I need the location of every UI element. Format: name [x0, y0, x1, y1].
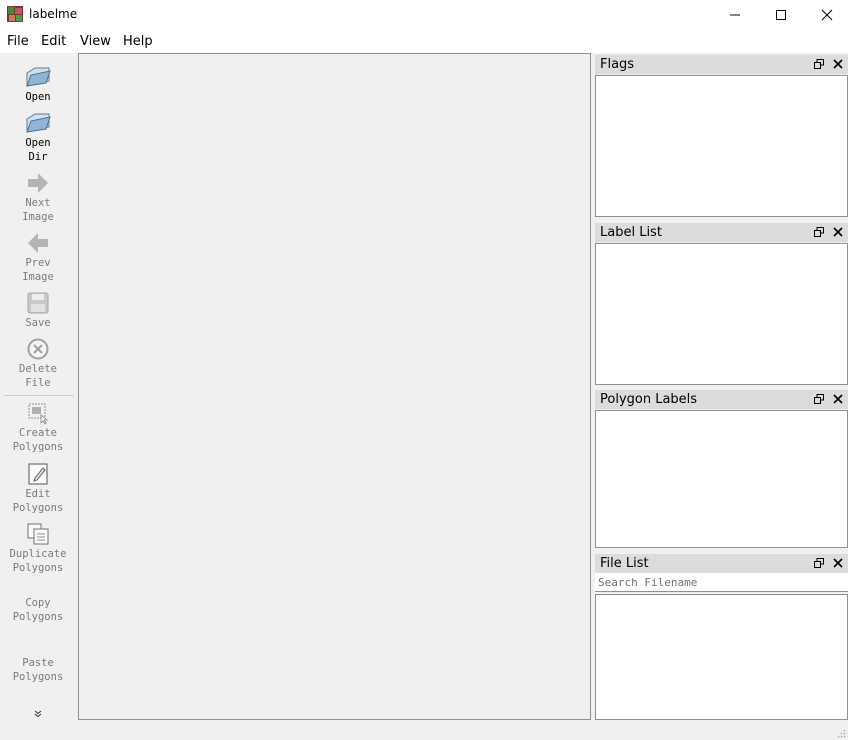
- paste-polygons-label-line2: Polygons: [12, 671, 64, 683]
- file-list-dock-title: File List: [600, 556, 649, 571]
- polygon-labels-dock-header: Polygon Labels: [595, 390, 848, 409]
- image-canvas[interactable]: [78, 53, 591, 720]
- next-image-button[interactable]: Next Image: [2, 171, 74, 224]
- paste-polygons-label-line1: Paste: [22, 657, 54, 669]
- resize-grip-icon[interactable]: [838, 730, 846, 738]
- create-polygons-button[interactable]: Create Polygons: [2, 401, 74, 454]
- close-button[interactable]: [804, 0, 848, 30]
- labelme-app-icon: [7, 6, 23, 22]
- copy-polygons-label-line1: Copy: [25, 597, 51, 609]
- delete-file-button[interactable]: Delete File: [2, 337, 74, 390]
- create-polygons-label-line2: Polygons: [12, 441, 64, 453]
- menu-help[interactable]: Help: [123, 34, 153, 49]
- maximize-icon: [776, 10, 786, 20]
- label-list-dock: Label List: [595, 223, 848, 385]
- edit-polygons-label-line2: Polygons: [12, 502, 64, 514]
- menu-bar: File Edit View Help: [0, 30, 848, 53]
- float-window-icon[interactable]: [814, 558, 824, 568]
- duplicate-polygons-label-line2: Polygons: [12, 562, 64, 574]
- next-image-label-line1: Next: [25, 197, 51, 209]
- open-dir-button[interactable]: Open Dir: [2, 111, 74, 164]
- float-window-icon[interactable]: [814, 59, 824, 69]
- polygon-labels-dock-title: Polygon Labels: [600, 392, 698, 407]
- chevron-double-down-icon: [34, 710, 42, 718]
- paste-polygons-button[interactable]: Paste Polygons: [2, 656, 74, 684]
- close-icon: [821, 9, 833, 21]
- polygon-labels-list[interactable]: [595, 410, 848, 548]
- file-list[interactable]: [595, 594, 848, 720]
- toolbar-separator: [4, 395, 74, 396]
- save-button[interactable]: Save: [2, 291, 74, 330]
- search-filename-input[interactable]: Search Filename: [595, 573, 848, 592]
- float-window-icon[interactable]: [814, 394, 824, 404]
- arrow-right-icon: [28, 173, 48, 193]
- delete-file-label-line1: Delete: [19, 363, 57, 375]
- folder-open-icon: [26, 113, 51, 133]
- edit-document-icon: [28, 463, 48, 485]
- menu-view[interactable]: View: [80, 34, 111, 49]
- open-dir-label-line1: Open: [25, 137, 51, 149]
- maximize-button[interactable]: [758, 0, 804, 30]
- minimize-button[interactable]: [712, 0, 758, 30]
- prev-image-label-line1: Prev: [25, 257, 51, 269]
- file-list-dock-header: File List: [595, 554, 848, 573]
- polygon-labels-dock: Polygon Labels: [595, 390, 848, 548]
- create-polygon-icon: [28, 403, 49, 425]
- next-image-label-line2: Image: [22, 211, 54, 223]
- close-icon[interactable]: [832, 226, 844, 238]
- close-icon[interactable]: [832, 393, 844, 405]
- save-label: Save: [25, 317, 51, 329]
- title-bar: labelme: [0, 0, 848, 30]
- edit-polygons-button[interactable]: Edit Polygons: [2, 462, 74, 515]
- open-dir-label-line2: Dir: [28, 151, 48, 163]
- prev-image-label-line2: Image: [22, 271, 54, 283]
- duplicate-polygons-button[interactable]: Duplicate Polygons: [2, 522, 74, 575]
- copy-polygons-button[interactable]: Copy Polygons: [2, 596, 74, 624]
- float-window-icon[interactable]: [814, 227, 824, 237]
- delete-file-label-line2: File: [25, 377, 51, 389]
- file-list-dock: File List Search Filename: [595, 554, 848, 720]
- window-title: labelme: [29, 7, 78, 21]
- open-label: Open: [25, 91, 51, 103]
- duplicate-icon: [27, 523, 49, 545]
- open-button[interactable]: Open: [2, 65, 74, 104]
- prev-image-button[interactable]: Prev Image: [2, 231, 74, 284]
- minimize-icon: [730, 14, 740, 16]
- label-list-dock-header: Label List: [595, 223, 848, 242]
- menu-edit[interactable]: Edit: [41, 34, 66, 49]
- edit-polygons-label-line1: Edit: [25, 488, 51, 500]
- close-icon[interactable]: [832, 557, 844, 569]
- folder-open-icon: [26, 67, 51, 87]
- menu-file[interactable]: File: [7, 34, 29, 49]
- flags-list[interactable]: [595, 75, 848, 217]
- flags-dock: Flags: [595, 55, 848, 217]
- label-list-dock-title: Label List: [600, 225, 662, 240]
- circle-x-icon: [27, 338, 49, 360]
- arrow-left-icon: [28, 233, 48, 253]
- label-list[interactable]: [595, 243, 848, 385]
- create-polygons-label-line1: Create: [19, 427, 57, 439]
- tools-toolbar: Open Open Dir Next Image Prev Image Save: [0, 53, 77, 720]
- toolbar-extension-button[interactable]: [2, 708, 74, 720]
- flags-dock-header: Flags: [595, 55, 848, 74]
- duplicate-polygons-label-line1: Duplicate: [9, 548, 67, 560]
- floppy-disk-icon: [27, 292, 49, 314]
- copy-polygons-label-line2: Polygons: [12, 611, 64, 623]
- close-icon[interactable]: [832, 58, 844, 70]
- flags-dock-title: Flags: [600, 57, 635, 72]
